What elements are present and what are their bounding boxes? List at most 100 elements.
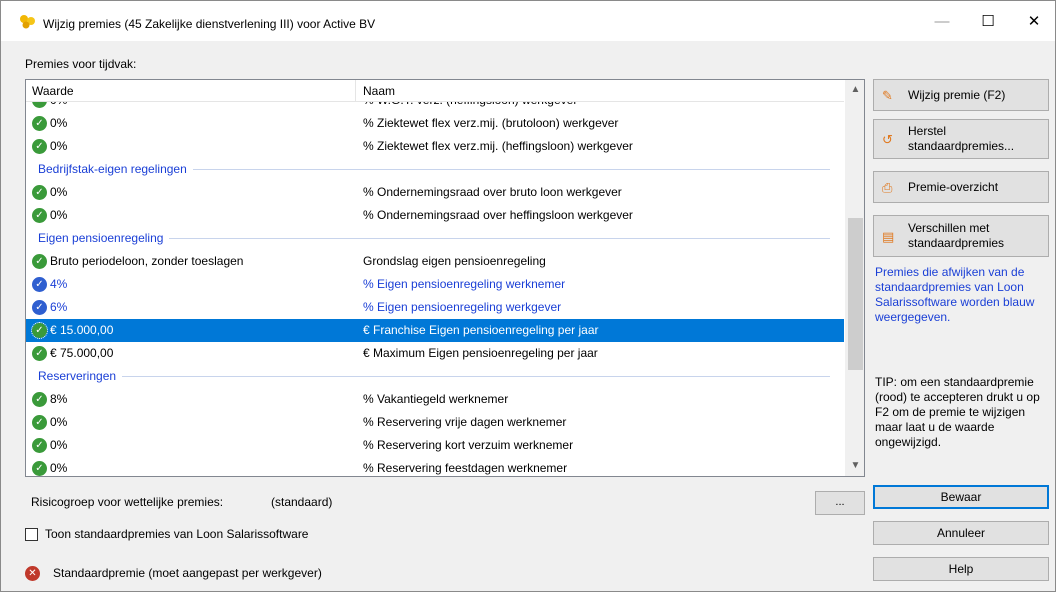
- help-button[interactable]: Help: [873, 557, 1049, 581]
- row-value: 0%: [50, 116, 68, 130]
- list-row[interactable]: ✓ 0% % Ondernemingsraad over heffingsloo…: [26, 204, 844, 227]
- column-header-naam[interactable]: Naam: [357, 80, 843, 102]
- row-value: € 75.000,00: [50, 346, 114, 360]
- premies-list[interactable]: Waarde Naam ✓ 0% % W.G.Y. verz. (heffing…: [25, 79, 865, 477]
- green-check-icon: ✓: [32, 415, 47, 430]
- row-name: % Ziektewet flex verz.mij. (brutoloon) w…: [363, 116, 619, 130]
- list-row[interactable]: ✓ 0% % Ziektewet flex verz.mij. (heffing…: [26, 135, 844, 158]
- green-check-icon: ✓: [32, 116, 47, 131]
- row-value: 8%: [50, 392, 68, 406]
- row-name: % Vakantiegeld werknemer: [363, 392, 509, 406]
- risicogroep-browse-button[interactable]: ...: [815, 491, 865, 515]
- document-icon: ▤: [882, 229, 895, 244]
- scroll-down-icon[interactable]: ▼: [846, 456, 864, 476]
- close-button[interactable]: ✕: [1011, 1, 1056, 41]
- list-row[interactable]: ✓ 0% % W.G.Y. verz. (heffingsloon) werkg…: [26, 102, 844, 112]
- list-row[interactable]: ✓ 0% % Ondernemingsraad over bruto loon …: [26, 181, 844, 204]
- list-row[interactable]: ✓ 4% % Eigen pensioenregeling werknemer: [26, 273, 844, 296]
- green-check-icon: ✓: [32, 346, 47, 361]
- maximize-button[interactable]: ☐: [965, 1, 1011, 41]
- row-name: € Maximum Eigen pensioenregeling per jaa…: [363, 346, 598, 360]
- green-check-icon: ✓: [31, 322, 48, 339]
- list-row[interactable]: ✓ 0% % Reservering vrije dagen werknemer: [26, 411, 844, 434]
- scroll-up-icon[interactable]: ▲: [846, 80, 864, 100]
- row-name: % Reservering kort verzuim werknemer: [363, 438, 574, 452]
- row-name: % Eigen pensioenregeling werknemer: [363, 277, 566, 291]
- minimize-button[interactable]: —: [919, 1, 965, 41]
- row-value: 6%: [50, 300, 68, 314]
- row-value: 0%: [50, 139, 68, 153]
- row-value: 0%: [50, 102, 67, 112]
- row-name: % Ondernemingsraad over bruto loon werkg…: [363, 185, 622, 199]
- risicogroep-label: Risicogroep voor wettelijke premies:: [31, 495, 224, 509]
- row-name: Grondslag eigen pensioenregeling: [363, 254, 546, 268]
- list-row[interactable]: ✓ Bruto periodeloon, zonder toeslagen Gr…: [26, 250, 844, 273]
- row-name: % Ondernemingsraad over heffingsloon wer…: [363, 208, 633, 222]
- wijzig-premie-button[interactable]: ✎ Wijzig premie (F2): [873, 79, 1049, 111]
- green-check-icon: ✓: [32, 208, 47, 223]
- minimize-icon: —: [934, 12, 950, 30]
- row-name: % W.G.Y. verz. (heffingsloon) werkgever: [363, 102, 577, 112]
- green-check-icon: ✓: [32, 139, 47, 154]
- green-check-icon: ✓: [32, 102, 47, 108]
- green-check-icon: ✓: [32, 254, 47, 269]
- verschillen-button[interactable]: ▤ Verschillen met standaardpremies: [873, 215, 1049, 257]
- row-value: 4%: [50, 277, 68, 291]
- verschillen-label-line2: standaardpremies: [908, 236, 1005, 250]
- annuleer-button[interactable]: Annuleer: [873, 521, 1049, 545]
- row-name: % Eigen pensioenregeling werkgever: [363, 300, 562, 314]
- row-name: % Reservering feestdagen werknemer: [363, 461, 568, 475]
- group-label: Eigen pensioenregeling: [38, 227, 170, 250]
- list-row[interactable]: ✓ € 75.000,00 € Maximum Eigen pensioenre…: [26, 342, 844, 365]
- herstel-standaardpremies-button[interactable]: ↺ Herstel standaardpremies...: [873, 119, 1049, 159]
- scroll-thumb[interactable]: [848, 218, 863, 370]
- premie-overzicht-label: Premie-overzicht: [908, 180, 999, 194]
- row-name: € Franchise Eigen pensioenregeling per j…: [363, 323, 599, 337]
- premies-label: Premies voor tijdvak:: [25, 57, 137, 71]
- window-title: Wijzig premies (45 Zakelijke dienstverle…: [43, 17, 376, 31]
- wijzig-premie-label: Wijzig premie (F2): [908, 88, 1006, 102]
- row-value: 0%: [50, 438, 68, 452]
- row-value: Bruto periodeloon, zonder toeslagen: [50, 254, 244, 268]
- list-row[interactable]: ✓ 0% % Ziektewet flex verz.mij. (brutolo…: [26, 112, 844, 135]
- toon-standaardpremies-label[interactable]: Toon standaardpremies van Loon Salarisso…: [45, 527, 308, 541]
- row-name: % Reservering vrije dagen werknemer: [363, 415, 567, 429]
- toon-standaardpremies-checkbox[interactable]: [25, 528, 38, 541]
- group-header-reserveringen: Reserveringen: [26, 365, 844, 388]
- group-header-pensioen: Eigen pensioenregeling: [26, 227, 844, 250]
- info-tip-text: TIP: om een standaardpremie (rood) te ac…: [875, 375, 1040, 449]
- close-icon: ✕: [1027, 13, 1041, 30]
- printer-icon: ⎙: [882, 180, 893, 195]
- group-label: Bedrijfstak-eigen regelingen: [38, 158, 193, 181]
- green-check-icon: ✓: [32, 461, 47, 476]
- row-value: € 15.000,00: [50, 323, 114, 337]
- legend-label: Standaardpremie (moet aangepast per werk…: [53, 566, 322, 580]
- list-header: Waarde Naam: [26, 80, 844, 102]
- row-name: % Ziektewet flex verz.mij. (heffingsloon…: [363, 139, 633, 153]
- column-header-waarde[interactable]: Waarde: [26, 80, 356, 102]
- pencil-edit-icon: ✎: [882, 88, 893, 103]
- herstel-label-line2: standaardpremies...: [908, 139, 1015, 153]
- list-row-selected[interactable]: ✓ € 15.000,00 € Franchise Eigen pensioen…: [26, 319, 844, 342]
- row-value: 0%: [50, 415, 68, 429]
- group-header-bedrijfstak: Bedrijfstak-eigen regelingen: [26, 158, 844, 181]
- row-value: 0%: [50, 185, 68, 199]
- title-bar: Wijzig premies (45 Zakelijke dienstverle…: [1, 1, 1055, 41]
- green-check-icon: ✓: [32, 392, 47, 407]
- red-x-icon: ✕: [25, 566, 40, 581]
- undo-icon: ↺: [882, 132, 893, 147]
- row-value: 0%: [50, 208, 68, 222]
- premie-overzicht-button[interactable]: ⎙ Premie-overzicht: [873, 171, 1049, 203]
- list-row[interactable]: ✓ 0% % Reservering feestdagen werknemer: [26, 457, 844, 476]
- blue-check-icon: ✓: [32, 300, 47, 315]
- list-row[interactable]: ✓ 6% % Eigen pensioenregeling werkgever: [26, 296, 844, 319]
- row-value: 0%: [50, 461, 68, 475]
- list-row[interactable]: ✓ 0% % Reservering kort verzuim werkneme…: [26, 434, 844, 457]
- list-row[interactable]: ✓ 8% % Vakantiegeld werknemer: [26, 388, 844, 411]
- bewaar-button[interactable]: Bewaar: [873, 485, 1049, 509]
- info-deviation-text: Premies die afwijken van de standaardpre…: [875, 265, 1035, 324]
- vertical-scrollbar[interactable]: ▲ ▼: [845, 80, 864, 476]
- green-check-icon: ✓: [32, 185, 47, 200]
- app-logo-icon: [20, 15, 35, 29]
- maximize-icon: ☐: [981, 13, 995, 30]
